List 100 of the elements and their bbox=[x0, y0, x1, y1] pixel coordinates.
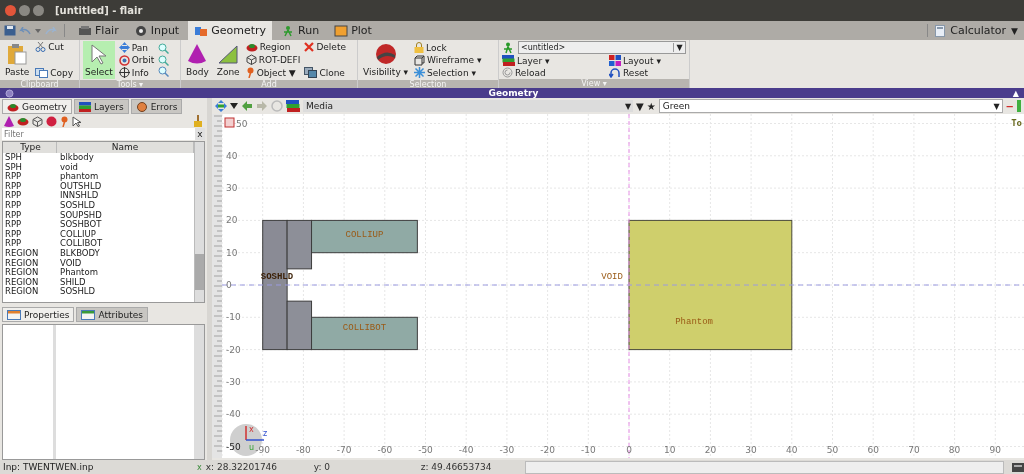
region-button[interactable]: Region bbox=[245, 42, 301, 52]
select-button[interactable]: Select bbox=[83, 41, 115, 79]
zoom-fit-icon[interactable] bbox=[158, 66, 170, 77]
y-tick-label: 10 bbox=[226, 247, 238, 258]
cube-icon[interactable] bbox=[32, 115, 43, 127]
object-button[interactable]: Object ▼ bbox=[245, 67, 301, 78]
minimize-button[interactable] bbox=[19, 5, 30, 16]
keyboard-icon[interactable] bbox=[1012, 462, 1024, 472]
zone-button[interactable]: Zone bbox=[214, 41, 242, 79]
wireframe-button[interactable]: Wireframe ▾ bbox=[414, 54, 482, 66]
paste-button[interactable]: Paste bbox=[3, 41, 32, 79]
x-tick-label: 30 bbox=[745, 445, 757, 455]
zoom-out-icon[interactable] bbox=[158, 54, 170, 66]
cut-button[interactable]: Cut bbox=[35, 42, 74, 52]
group-label: View ▾ bbox=[499, 79, 689, 88]
panel-tab[interactable]: Geometry bbox=[2, 99, 72, 114]
copy-button[interactable]: Copy bbox=[35, 68, 74, 78]
ribbon-tab[interactable]: Plot bbox=[328, 21, 378, 40]
x-tick-label: -20 bbox=[540, 445, 555, 455]
reload-button[interactable]: Reload bbox=[502, 67, 605, 78]
pan-button[interactable]: Pan bbox=[118, 42, 155, 53]
layout-button[interactable]: Layout ▾ bbox=[609, 55, 661, 66]
visibility-button[interactable]: Visibility ▾ bbox=[361, 41, 411, 79]
caret-icon[interactable] bbox=[230, 103, 238, 109]
remove-button[interactable]: − bbox=[1005, 100, 1014, 112]
brush-icon[interactable] bbox=[193, 115, 203, 127]
properties-icon bbox=[7, 309, 21, 320]
table-cell-text: Phantom bbox=[59, 268, 99, 278]
table-cell-text: void bbox=[59, 162, 78, 172]
pin-icon bbox=[245, 67, 255, 78]
soshld-zone[interactable] bbox=[262, 219, 313, 351]
table-cell-text: INNSHLD bbox=[59, 191, 100, 201]
table-cell-text: SOSHLD bbox=[59, 200, 97, 211]
ribbon-tab[interactable]: Input bbox=[127, 21, 186, 40]
filter-field[interactable]: Filter bbox=[2, 128, 195, 140]
plot-icon bbox=[334, 24, 349, 37]
ribbon-tab[interactable]: Flair bbox=[72, 21, 125, 40]
table-cell-text: SOUPSHD bbox=[59, 210, 103, 220]
layers-icon bbox=[78, 101, 91, 112]
x-tick-label: -30 bbox=[499, 445, 515, 455]
calculator-button[interactable]: Calculator ▼ bbox=[935, 24, 1024, 37]
body-button[interactable]: Body bbox=[184, 41, 211, 79]
y-tick-label: -40 bbox=[226, 409, 241, 420]
rot-defi-button[interactable]: ROT-DEFI bbox=[245, 54, 301, 65]
region-icon[interactable] bbox=[17, 116, 29, 126]
table-cell-text: OUTSHLD bbox=[59, 181, 103, 191]
zoom-in-icon[interactable] bbox=[158, 43, 170, 54]
layers-icon[interactable] bbox=[286, 100, 300, 112]
panel-tab[interactable]: Properties bbox=[2, 307, 75, 322]
delete-button[interactable]: Delete bbox=[304, 42, 346, 52]
save-icon[interactable] bbox=[4, 25, 16, 36]
menu-dot-icon[interactable] bbox=[5, 88, 14, 98]
color-dropdown-button[interactable]: ▼ bbox=[636, 100, 644, 112]
project-dropdown[interactable]: <untitled> ▼ bbox=[518, 41, 686, 54]
colliup-zone[interactable] bbox=[311, 219, 418, 254]
clipboard-icon bbox=[7, 43, 28, 65]
media-dropdown[interactable]: Media ▼ bbox=[303, 100, 633, 112]
reset-button[interactable]: Reset bbox=[609, 67, 649, 78]
panel-tab[interactable]: Attributes bbox=[76, 307, 148, 322]
layers-icon bbox=[502, 55, 515, 66]
selection-button[interactable]: Selection ▾ bbox=[414, 67, 482, 78]
x-tick-label: 20 bbox=[704, 445, 717, 455]
layer-button[interactable]: Layer ▾ bbox=[502, 55, 605, 66]
collibot-zone[interactable] bbox=[311, 316, 418, 351]
y-tick-label: -50 bbox=[226, 441, 241, 452]
x-tick-label: 0 bbox=[626, 445, 632, 455]
info-button[interactable]: Info bbox=[118, 67, 155, 78]
favorite-button[interactable]: ★ bbox=[646, 100, 656, 112]
x-tick-label: 70 bbox=[908, 445, 920, 455]
clone-button[interactable]: Clone bbox=[304, 67, 346, 78]
panel-tab[interactable]: Layers bbox=[73, 99, 129, 114]
color-dropdown[interactable]: Green ▼ bbox=[658, 99, 1003, 113]
geometry-icon bbox=[194, 24, 209, 37]
phantom-zone[interactable] bbox=[628, 219, 793, 351]
clear-button[interactable]: x bbox=[195, 128, 205, 140]
column-header[interactable]: Type bbox=[3, 142, 57, 153]
table-cell-text: REGION bbox=[4, 277, 40, 287]
copy-icon bbox=[35, 68, 49, 78]
sphere-icon bbox=[373, 43, 398, 65]
reset-arrow-icon bbox=[609, 67, 621, 78]
zone-label: COLLIUP bbox=[345, 229, 384, 240]
sphere-icon[interactable] bbox=[46, 115, 57, 127]
ribbon-tab[interactable]: Run bbox=[275, 21, 326, 40]
scissors-icon bbox=[35, 42, 47, 52]
wedge-icon bbox=[217, 43, 240, 65]
table-cell-text: REGION bbox=[4, 268, 40, 278]
ribbon-tab[interactable]: Geometry bbox=[188, 21, 273, 40]
x-tick-label: 90 bbox=[989, 445, 1002, 455]
maximize-button[interactable] bbox=[33, 5, 44, 16]
pointer-icon[interactable] bbox=[72, 115, 82, 127]
collapse-button[interactable]: ▲ bbox=[1012, 88, 1019, 98]
cone-icon[interactable] bbox=[4, 115, 14, 127]
crosshair-icon bbox=[118, 67, 130, 78]
scrollbar[interactable] bbox=[194, 142, 204, 302]
flair-icon bbox=[78, 24, 92, 37]
close-button[interactable] bbox=[5, 5, 16, 16]
orbit-button[interactable]: Orbit bbox=[118, 54, 155, 66]
lock-button[interactable]: Lock bbox=[414, 42, 482, 53]
zone-label: COLLIBOT bbox=[342, 323, 387, 334]
panel-tab[interactable]: Errors bbox=[130, 99, 183, 114]
